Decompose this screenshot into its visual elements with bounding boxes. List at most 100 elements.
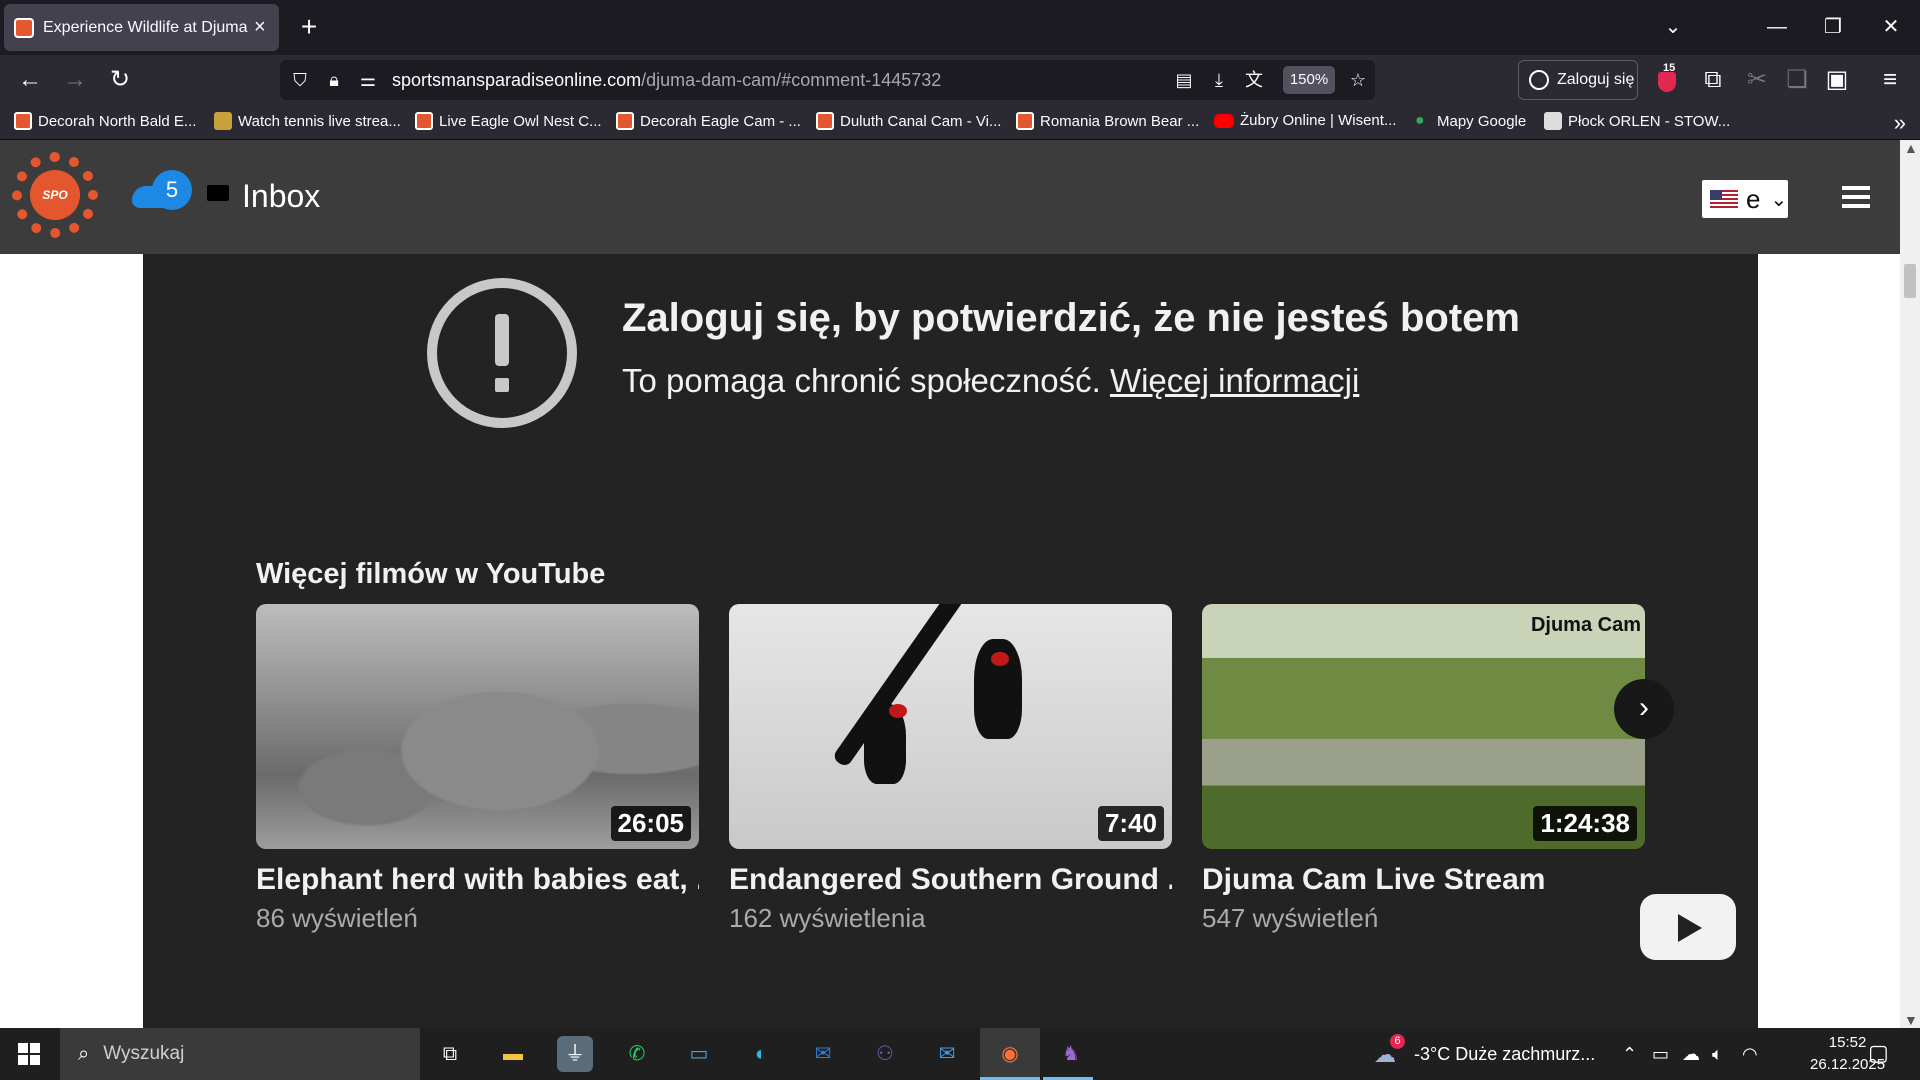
bookmark-item[interactable]: Romania Brown Bear ... (1016, 112, 1199, 130)
more-info-link[interactable]: Więcej informacji (1110, 362, 1359, 399)
battery-icon[interactable]: ▭ (1652, 1044, 1669, 1065)
video-title[interactable]: Elephant herd with babies eat, ... (256, 863, 699, 897)
save-to-pocket-icon[interactable]: ⤓ (1205, 66, 1233, 94)
translate-icon[interactable]: 文 (1240, 66, 1268, 94)
task-view-icon[interactable]: ⧉ (432, 1036, 468, 1072)
bookmark-item[interactable]: Płock ORLEN - STOW... (1544, 112, 1730, 130)
app-menu-icon[interactable]: ≡ (1875, 65, 1905, 95)
spo-favicon-icon (616, 112, 634, 130)
navigation-toolbar: ← → ↻ ⛉ 🔒︎ ⚌ sportsmansparadiseonline.co… (0, 55, 1920, 105)
url-text[interactable]: sportsmansparadiseonline.com/djuma-dam-c… (392, 70, 941, 91)
video-views: 86 wyświetleń (256, 903, 418, 933)
close-window-icon[interactable]: ✕ (1876, 12, 1906, 42)
more-bookmarks-chevron-icon[interactable]: » (1894, 110, 1906, 136)
bookmark-item[interactable]: Watch tennis live strea... (214, 112, 401, 130)
new-tab-button[interactable]: + (294, 12, 324, 42)
video-views: 162 wyświetlenia (729, 903, 926, 933)
tracking-shield-icon[interactable]: ⛉ (286, 66, 314, 94)
taskbar-search[interactable]: ⌕ Wyszukaj (60, 1028, 420, 1080)
page-scrollbar[interactable]: ▲ ▼ (1900, 140, 1920, 1028)
notifications-center-icon[interactable]: ▢ (1868, 1040, 1889, 1066)
zoom-level[interactable]: 150% (1283, 66, 1335, 94)
video-card[interactable]: Djuma Cam 1:24:38 Djuma Cam Live Stream … (1202, 604, 1645, 934)
restore-icon[interactable]: ❐ (1818, 12, 1848, 42)
whatsapp-icon[interactable]: ✆ (619, 1036, 655, 1072)
shield-icon (1658, 72, 1676, 92)
file-explorer-icon[interactable]: ▬ (495, 1036, 531, 1072)
app-icon[interactable]: ⏚ (557, 1036, 593, 1072)
list-tabs-chevron-icon[interactable]: ⌄ (1658, 12, 1688, 42)
inbox-link[interactable]: Inbox (242, 178, 320, 215)
orlen-favicon-icon (1544, 112, 1562, 130)
video-duration: 7:40 (1097, 806, 1164, 841)
outlook-icon[interactable]: ✉ (805, 1036, 841, 1072)
extension-badge: 15 (1663, 62, 1676, 74)
account-login-button[interactable]: Zaloguj się (1518, 60, 1638, 100)
show-hidden-icons-chevron-icon[interactable]: ⌃ (1622, 1044, 1637, 1065)
bookmark-item[interactable]: ● Mapy Google (1415, 112, 1526, 130)
video-title[interactable]: Endangered Southern Ground ... (729, 863, 1172, 897)
site-header: SPO 5 Inbox e ⌄ (0, 140, 1900, 254)
windows-start-icon[interactable] (18, 1043, 40, 1065)
cut-icon[interactable]: ✂ (1742, 65, 1772, 95)
extensions-puzzle-icon[interactable]: ⧉ (1698, 65, 1728, 95)
notifications-button[interactable]: 5 (132, 170, 192, 210)
menu-hamburger-icon[interactable] (1842, 186, 1870, 208)
video-title[interactable]: Djuma Cam Live Stream (1202, 863, 1645, 897)
video-thumbnail-djuma-dam[interactable]: Djuma Cam 1:24:38 (1202, 604, 1645, 849)
close-tab-icon[interactable]: × (254, 16, 266, 39)
active-tab[interactable]: Experience Wildlife at Djuma Dam × (4, 4, 279, 51)
spo-favicon-icon (415, 112, 433, 130)
bookmark-label: Watch tennis live strea... (238, 112, 401, 130)
game-app-icon[interactable]: ♞ (1053, 1036, 1089, 1072)
scroll-up-icon[interactable]: ▲ (1904, 140, 1918, 156)
language-selector[interactable]: e ⌄ (1702, 180, 1788, 218)
weather-text[interactable]: -3°C Duże zachmurz... (1414, 1044, 1595, 1065)
scroll-thumb[interactable] (1904, 264, 1916, 298)
video-card[interactable]: 26:05 Elephant herd with babies eat, ...… (256, 604, 699, 934)
bookmark-item[interactable]: Live Eagle Owl Nest C... (415, 112, 602, 130)
bookmark-item[interactable]: Decorah North Bald E... (14, 112, 196, 130)
reload-icon[interactable]: ↻ (105, 65, 135, 95)
wifi-icon[interactable]: ◠ (1742, 1044, 1758, 1065)
bird-wattle (991, 652, 1009, 666)
video-thumbnail-hornbills[interactable]: 7:40 (729, 604, 1172, 849)
search-placeholder: Wyszukaj (103, 1043, 185, 1064)
back-arrow-icon[interactable]: ← (15, 65, 45, 95)
clipboard-icon[interactable]: ▣ (1822, 65, 1852, 95)
bookmark-label: Live Eagle Owl Nest C... (439, 112, 602, 130)
bookmark-item[interactable]: Decorah Eagle Cam - ... (616, 112, 801, 130)
mail-icon[interactable]: ✉ (929, 1036, 965, 1072)
djuma-cam-brand: Djuma Cam (1530, 614, 1641, 636)
us-flag-icon (1710, 190, 1738, 208)
site-logo[interactable]: SPO (12, 152, 98, 238)
video-thumbnail-elephants[interactable]: 26:05 (256, 604, 699, 849)
copy-icon[interactable]: ❏ (1782, 65, 1812, 95)
bookmark-star-icon[interactable]: ☆ (1344, 66, 1372, 94)
remote-desktop-icon[interactable]: ▭ (681, 1036, 717, 1072)
ublock-extension-icon[interactable]: 15 (1653, 62, 1683, 96)
web-page: SPO 5 Inbox e ⌄ Zaloguj się, by potwierd… (0, 140, 1920, 1028)
maps-pin-icon: ● (1415, 112, 1425, 129)
edge-icon[interactable]: ◐ (743, 1036, 779, 1072)
site-favicon-icon (14, 17, 34, 38)
address-bar[interactable]: ⛉ 🔒︎ ⚌ sportsmansparadiseonline.com/djum… (280, 60, 1375, 100)
video-card[interactable]: 7:40 Endangered Southern Ground ... 162 … (729, 604, 1172, 934)
next-videos-chevron-icon[interactable]: › (1614, 679, 1674, 739)
bookmark-item[interactable]: Żubry Online | Wisent... (1214, 112, 1396, 129)
onedrive-cloud-icon[interactable]: ☁ (1682, 1044, 1700, 1065)
scroll-down-icon[interactable]: ▼ (1904, 1012, 1918, 1028)
lock-icon[interactable]: 🔒︎ (320, 66, 348, 94)
firefox-icon[interactable]: ◉ (992, 1036, 1028, 1072)
exclamation-dot (495, 378, 509, 392)
permissions-icon[interactable]: ⚌ (354, 66, 382, 94)
reader-view-icon[interactable]: ▤ (1170, 66, 1198, 94)
minimize-icon[interactable]: — (1762, 12, 1792, 42)
bookmark-item[interactable]: Duluth Canal Cam - Vi... (816, 112, 1001, 130)
inbox-flag-icon[interactable] (207, 185, 229, 201)
volume-icon[interactable]: 🔈︎ (1712, 1044, 1723, 1065)
forward-arrow-icon[interactable]: → (60, 65, 90, 95)
teams-icon[interactable]: ⚇ (867, 1036, 903, 1072)
youtube-play-icon[interactable] (1640, 894, 1736, 960)
youtube-embed: Zaloguj się, by potwierdzić, że nie jest… (143, 254, 1758, 1028)
